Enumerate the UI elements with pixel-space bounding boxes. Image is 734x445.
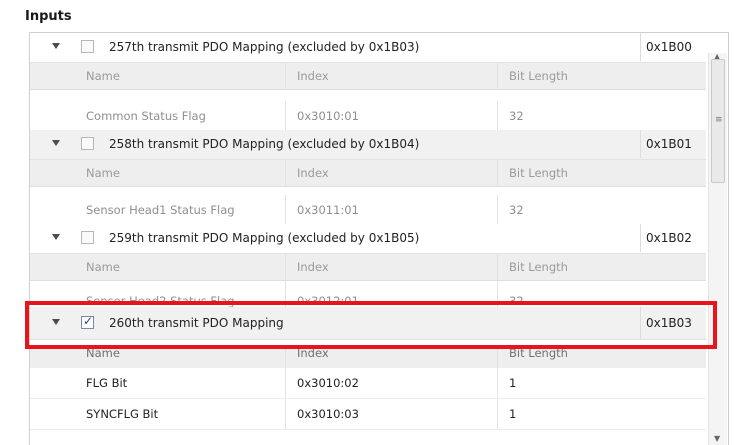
highlight-box <box>25 301 717 349</box>
group-index: 0x1B00 <box>646 40 692 54</box>
column-bitlength-header[interactable]: Bit Length <box>497 254 706 280</box>
column-bitlength-header[interactable]: Bit Length <box>497 63 706 89</box>
row-name: FLG Bit <box>86 376 128 390</box>
pdo-tree-panel: 257th transmit PDO Mapping (excluded by … <box>29 32 729 445</box>
row-index: 0x3010:01 <box>285 101 497 131</box>
checkbox-icon[interactable] <box>81 231 94 244</box>
checkbox-icon[interactable] <box>81 40 94 53</box>
column-index-header[interactable]: Index <box>285 63 497 89</box>
grip-icon: ≡ <box>715 115 723 125</box>
chevron-down-icon[interactable] <box>52 140 60 146</box>
column-header: Name Index Bit Length <box>30 346 706 369</box>
group-row-259[interactable]: 259th transmit PDO Mapping (excluded by … <box>30 224 706 254</box>
column-name-header[interactable]: Name <box>75 160 285 186</box>
vertical-scrollbar[interactable]: ▲ ≡ ▼ <box>708 52 727 445</box>
column-name-header[interactable]: Name <box>75 63 285 89</box>
row-bitlength: 1 <box>497 368 706 398</box>
column-name-header[interactable]: Name <box>75 346 285 368</box>
section-title: Inputs <box>25 9 72 24</box>
group-row-257[interactable]: 257th transmit PDO Mapping (excluded by … <box>30 33 706 63</box>
table-row[interactable]: FLG Bit 0x3010:02 1 <box>30 368 706 399</box>
row-bitlength: 1 <box>497 399 706 429</box>
column-divider <box>640 130 641 158</box>
column-bitlength-header[interactable]: Bit Length <box>497 346 706 368</box>
column-bitlength-header[interactable]: Bit Length <box>497 160 706 186</box>
row-name: Common Status Flag <box>86 109 206 123</box>
row-bitlength: 32 <box>497 101 706 131</box>
chevron-down-icon[interactable] <box>52 234 60 240</box>
column-name-header[interactable]: Name <box>75 254 285 280</box>
column-index-header[interactable]: Index <box>285 254 497 280</box>
row-name: Sensor Head1 Status Flag <box>86 203 235 217</box>
column-divider <box>640 33 641 61</box>
row-name: SYNCFLG Bit <box>86 407 159 421</box>
column-header: Name Index Bit Length <box>30 63 706 90</box>
row-bitlength: 32 <box>497 195 706 225</box>
group-row-258[interactable]: 258th transmit PDO Mapping (excluded by … <box>30 130 706 160</box>
table-row[interactable]: SYNCFLG Bit 0x3010:03 1 <box>30 399 706 430</box>
table-row[interactable]: Common Status Flag 0x3010:01 32 <box>30 101 706 132</box>
column-index-header[interactable]: Index <box>285 346 497 368</box>
group-label: 258th transmit PDO Mapping (excluded by … <box>109 137 420 151</box>
column-index-header[interactable]: Index <box>285 160 497 186</box>
row-index: 0x3010:02 <box>285 368 497 398</box>
chevron-down-icon[interactable] <box>52 43 60 49</box>
group-index: 0x1B01 <box>646 137 692 151</box>
column-header: Name Index Bit Length <box>30 254 706 281</box>
column-header: Name Index Bit Length <box>30 160 706 187</box>
table-row[interactable]: Sensor Head1 Status Flag 0x3011:01 32 <box>30 195 706 226</box>
group-label: 257th transmit PDO Mapping (excluded by … <box>109 40 420 54</box>
checkbox-icon[interactable] <box>81 137 94 150</box>
row-index: 0x3010:03 <box>285 399 497 429</box>
scroll-down-icon[interactable]: ▼ <box>714 434 720 443</box>
row-index: 0x3011:01 <box>285 195 497 225</box>
column-divider <box>640 224 641 252</box>
group-index: 0x1B02 <box>646 231 692 245</box>
scrollbar-thumb[interactable]: ≡ <box>711 59 725 183</box>
group-label: 259th transmit PDO Mapping (excluded by … <box>109 231 420 245</box>
